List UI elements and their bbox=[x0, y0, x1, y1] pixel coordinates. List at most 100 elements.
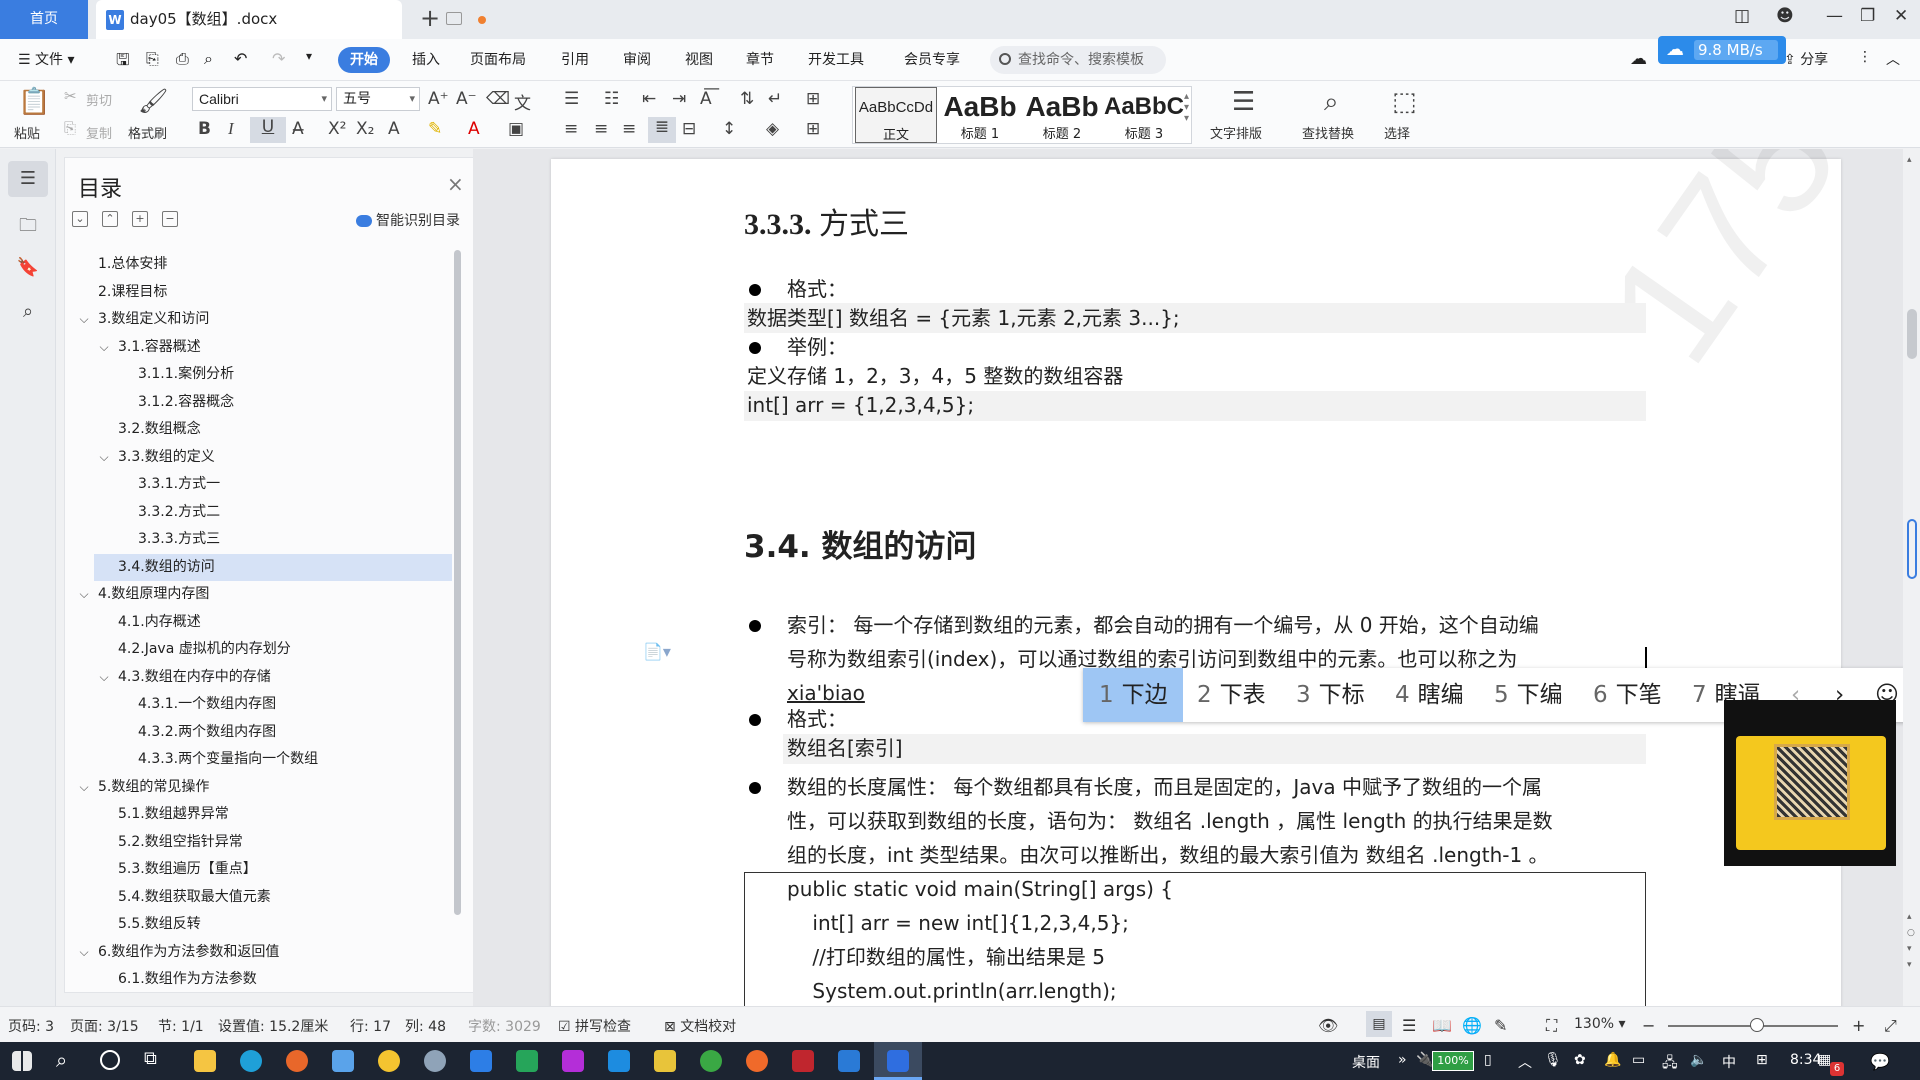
restore-button[interactable]: ❐ bbox=[1860, 6, 1875, 26]
clear-format-icon[interactable]: ⌫ bbox=[486, 89, 510, 109]
paragraph-handle-icon[interactable]: 📄▾ bbox=[643, 642, 671, 661]
app-icon[interactable] bbox=[516, 1050, 538, 1072]
status-pages[interactable]: 页面: 3/15 bbox=[70, 1016, 139, 1036]
find-replace-icon[interactable]: ⌕ bbox=[1324, 87, 1339, 118]
text-layout-label[interactable]: 文字排版 bbox=[1210, 123, 1262, 142]
vscode-icon[interactable] bbox=[608, 1050, 630, 1072]
style-heading3[interactable]: AaBbC 标题 3 bbox=[1103, 87, 1185, 143]
preview-icon[interactable]: ⌕ bbox=[204, 49, 213, 69]
numbered-list-icon[interactable]: ☷ bbox=[604, 89, 619, 109]
bullet-list-icon[interactable]: ☰ bbox=[564, 89, 579, 109]
ime-candidate[interactable]: 4 瞎编 bbox=[1395, 668, 1464, 722]
para-syntax[interactable]: 数据类型[] 数组名 = {元素 1,元素 2,元素 3...}; bbox=[747, 304, 1180, 332]
format-painter-label[interactable]: 格式刷 bbox=[128, 123, 167, 142]
toc-item[interactable]: 5.2.数组空指针异常 bbox=[72, 829, 452, 857]
code-block[interactable]: public static void main(String[] args) {… bbox=[744, 872, 1646, 1006]
chevron-down-icon[interactable]: ⌵ bbox=[78, 774, 90, 802]
toc-item[interactable]: 4.1.内存概述 bbox=[72, 609, 452, 637]
tab-document[interactable]: W day05【数组】.docx bbox=[96, 0, 486, 39]
superscript-icon[interactable]: X² bbox=[328, 119, 346, 139]
ime-candidate[interactable]: 5 下编 bbox=[1494, 668, 1563, 722]
toc-item[interactable]: 5.4.数组获取最大值元素 bbox=[72, 884, 452, 912]
font-size-select[interactable]: 五号 bbox=[336, 87, 420, 111]
close-icon[interactable]: × bbox=[447, 172, 464, 196]
toc-item[interactable]: 4.2.Java 虚拟机的内存划分 bbox=[72, 636, 452, 664]
toc-item[interactable]: 3.4.数组的访问 bbox=[94, 553, 452, 581]
doc-check-button[interactable]: ⊠ 文档校对 bbox=[664, 1016, 736, 1036]
copy-label[interactable]: 复制 bbox=[86, 123, 112, 142]
chevron-down-icon[interactable]: ⌵ bbox=[78, 581, 90, 609]
strikethrough-icon[interactable]: A̶ bbox=[292, 119, 304, 139]
toc-item[interactable]: 3.3.3.方式三 bbox=[72, 526, 452, 554]
align-right-icon[interactable]: ≡ bbox=[622, 119, 636, 139]
ime-candidate[interactable]: 6 下笔 bbox=[1593, 668, 1662, 722]
toc-item[interactable]: 3.1.1.案例分析 bbox=[72, 361, 452, 389]
toc-item[interactable]: 1.总体安排 bbox=[72, 251, 452, 279]
more-icon[interactable]: ⋮ bbox=[1858, 49, 1872, 65]
file-explorer-icon[interactable] bbox=[194, 1050, 216, 1072]
action-center-icon[interactable]: 💬 bbox=[1870, 1052, 1890, 1071]
chevron-down-icon[interactable]: ⌵ bbox=[78, 939, 90, 967]
toc-item[interactable]: 5.5.数组反转 bbox=[72, 911, 452, 939]
para-format2-label[interactable]: 格式： bbox=[787, 705, 847, 733]
menu-member[interactable]: 会员专享 bbox=[904, 49, 960, 69]
zoom-out-button[interactable]: − bbox=[1642, 1016, 1655, 1035]
bookmark-icon[interactable]: 🔖 bbox=[16, 257, 40, 281]
copy-icon[interactable]: ⎘ bbox=[64, 119, 76, 137]
style-heading2[interactable]: AaBb 标题 2 bbox=[1021, 87, 1103, 143]
collapse-all-icon[interactable]: ⌄ bbox=[72, 211, 88, 227]
zoom-level[interactable]: 130% ▾ bbox=[1574, 1016, 1626, 1032]
qr-popup[interactable] bbox=[1724, 700, 1896, 866]
write-mode-icon[interactable]: ✎ bbox=[1494, 1016, 1507, 1035]
heading-3-3-3[interactable]: 3.3.3. 方式三 bbox=[744, 199, 909, 243]
toc-item[interactable]: ⌵ 3.数组定义和访问 bbox=[72, 306, 452, 334]
menu-references[interactable]: 引用 bbox=[561, 49, 589, 69]
toc-item[interactable]: 4.3.1.一个数组内存图 bbox=[72, 691, 452, 719]
save-icon[interactable]: 🖫 bbox=[116, 49, 130, 76]
tab-home[interactable]: 首页 bbox=[0, 0, 88, 39]
status-setting[interactable]: 设置值: 15.2厘米 bbox=[218, 1016, 328, 1036]
share-button[interactable]: ⇪ 分享 bbox=[1784, 49, 1828, 69]
bold-icon[interactable]: B bbox=[198, 119, 211, 139]
network-icon[interactable]: 🖧 bbox=[1662, 1052, 1678, 1076]
toc-item[interactable]: 3.2.数组概念 bbox=[72, 416, 452, 444]
borders-icon[interactable]: ⊞ bbox=[806, 119, 820, 139]
chevron-down-icon[interactable]: ⌵ bbox=[78, 306, 90, 334]
battery-icon[interactable]: ▭ bbox=[1632, 1052, 1645, 1068]
chinese-layout-icon[interactable]: A͞ bbox=[700, 89, 712, 109]
reading-view-icon[interactable]: 📖 bbox=[1432, 1016, 1452, 1035]
char-border-icon[interactable]: ▣ bbox=[508, 119, 524, 139]
ime-candidate[interactable]: 3 下标 bbox=[1296, 668, 1365, 722]
toc-item[interactable]: 3.3.1.方式一 bbox=[72, 471, 452, 499]
document-scrollbar[interactable]: ▴ ▴ ○ ▾ ▾ bbox=[1903, 149, 1920, 1006]
toc-item[interactable]: 6.1.数组作为方法参数 bbox=[72, 966, 452, 994]
zoom-in-button[interactable]: + bbox=[1852, 1016, 1865, 1035]
toc-item[interactable]: ⌵ 3.1.容器概述 bbox=[72, 334, 452, 362]
cloud-app-icon[interactable] bbox=[332, 1050, 354, 1072]
para-format-label[interactable]: 格式： bbox=[787, 275, 847, 303]
folder-icon[interactable]: 🗀 bbox=[16, 213, 40, 237]
fit-page-icon[interactable]: ⛶ bbox=[1546, 1016, 1557, 1036]
outline-icon[interactable]: ☰ bbox=[8, 161, 48, 197]
status-page-code[interactable]: 页码: 3 bbox=[8, 1016, 54, 1036]
subscript-icon[interactable]: X₂ bbox=[356, 119, 374, 139]
page-view-icon[interactable]: ▤ bbox=[1366, 1011, 1392, 1037]
toc-item[interactable]: ⌵ 4.数组原理内存图 bbox=[72, 581, 452, 609]
toc-item[interactable]: 3.3.2.方式二 bbox=[72, 499, 452, 527]
text-layout-icon[interactable]: ☰ bbox=[1232, 87, 1255, 117]
export-icon[interactable]: ⎘ bbox=[146, 49, 159, 69]
para-example-code[interactable]: int[] arr = {1,2,3,4,5}; bbox=[747, 391, 974, 419]
app-icon[interactable] bbox=[838, 1050, 860, 1072]
microphone-icon[interactable]: 🎙 bbox=[1544, 1052, 1562, 1068]
justify-icon[interactable]: ≣ bbox=[648, 117, 676, 143]
chevron-down-icon[interactable]: ⌵ bbox=[98, 444, 110, 472]
scroll-position-marker[interactable] bbox=[1907, 519, 1917, 579]
status-row[interactable]: 行: 17 bbox=[350, 1016, 391, 1036]
web-view-icon[interactable]: 🌐 bbox=[1462, 1016, 1482, 1035]
toc-item[interactable]: 4.3.3.两个变量指向一个数组 bbox=[72, 746, 452, 774]
tray-expand-icon[interactable]: ︿ bbox=[1518, 1052, 1532, 1072]
wps-icon[interactable] bbox=[887, 1050, 909, 1072]
toc-item[interactable]: 3.1.2.容器概念 bbox=[72, 389, 452, 417]
intellij-icon[interactable] bbox=[562, 1050, 584, 1072]
text-effect-icon[interactable]: A bbox=[388, 119, 400, 139]
